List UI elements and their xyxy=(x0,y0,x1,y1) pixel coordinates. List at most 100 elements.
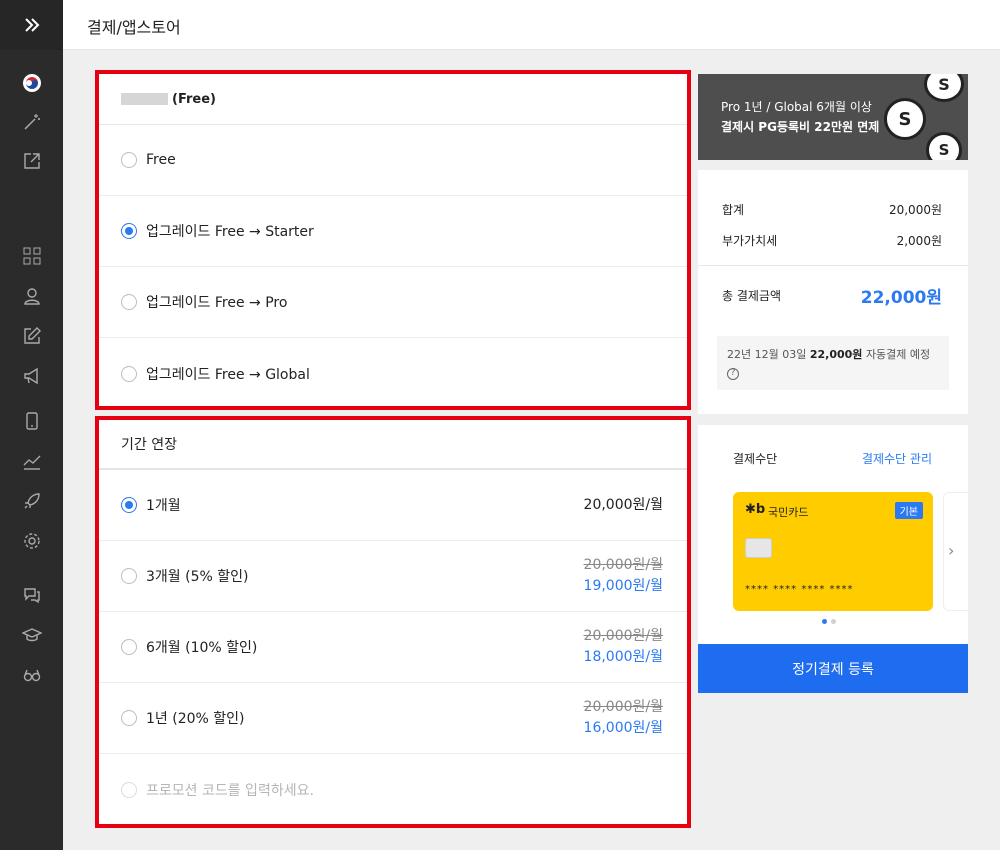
kb-logo-icon: ✱b xyxy=(745,502,766,517)
promo-banner[interactable]: Pro 1년 / Global 6개월 이상 결제시 PG등록비 22만원 면제… xyxy=(698,74,968,160)
subtotal-label: 합계 xyxy=(722,203,745,217)
coin-icon: S xyxy=(884,98,926,140)
vat-value: 2,000원 xyxy=(896,234,942,248)
default-badge: 기본 xyxy=(894,502,923,519)
next-card-peek[interactable] xyxy=(943,492,968,611)
auto-payment-notice: 22년 12월 03일 22,000원 자동결제 예정 ? xyxy=(717,336,949,390)
edit-icon[interactable] xyxy=(20,324,44,348)
sidebar xyxy=(0,0,63,850)
plan-option-label: Free xyxy=(146,152,176,168)
total-row: 총 결제금액 22,000원 xyxy=(722,283,942,308)
discounted-price: 16,000원/월 xyxy=(583,720,663,736)
page-title: 결제/앱스토어 xyxy=(87,18,181,37)
period-extension-panel: 기간 연장 1개월 20,000원/월 3개월 (5% 할인) 20,000원/… xyxy=(95,416,691,828)
radio-button[interactable] xyxy=(121,365,137,382)
expand-sidebar-button[interactable] xyxy=(0,0,63,50)
period-option-label: 6개월 (10% 할인) xyxy=(146,640,258,656)
radio-button[interactable] xyxy=(121,294,137,310)
discounted-price: 19,000원/월 xyxy=(583,578,663,594)
period-option-3-months[interactable]: 3개월 (5% 할인) 20,000원/월 19,000원/월 xyxy=(99,541,687,612)
gear-icon[interactable] xyxy=(20,529,44,553)
radio-button-selected[interactable] xyxy=(121,223,137,239)
radio-button-selected[interactable] xyxy=(121,497,137,513)
banner-line-1: Pro 1년 / Global 6개월 이상 xyxy=(721,100,872,114)
price-value: 20,000원/월 xyxy=(583,496,663,513)
help-icon[interactable]: ? xyxy=(727,367,739,380)
vat-row: 부가가치세 2,000원 xyxy=(722,232,942,249)
magic-wand-icon[interactable] xyxy=(20,110,44,134)
grid-icon[interactable] xyxy=(20,244,44,268)
period-panel-header: 기간 연장 xyxy=(99,420,687,470)
top-header: 결제/앱스토어 xyxy=(63,0,1000,50)
subtotal-value: 20,000원 xyxy=(888,203,942,217)
original-price: 20,000원/월 xyxy=(583,628,663,644)
radio-button[interactable] xyxy=(121,710,137,726)
discounted-price: 18,000원/월 xyxy=(583,649,663,665)
original-price: 20,000원/월 xyxy=(583,699,663,715)
plan-option-pro[interactable]: 업그레이드 Free → Pro xyxy=(99,267,687,338)
external-link-icon[interactable] xyxy=(20,149,44,173)
mobile-icon[interactable] xyxy=(20,409,44,433)
promo-code-option[interactable]: 프로모션 코드를 입력하세요. xyxy=(99,754,687,825)
period-price: 20,000원/월 xyxy=(584,495,663,516)
korea-flag-icon[interactable] xyxy=(20,71,44,95)
period-option-label: 1개월 xyxy=(146,498,181,514)
plan-panel-header: (Free) xyxy=(99,74,687,125)
plan-option-label: 업그레이드 Free → Starter xyxy=(146,224,314,240)
megaphone-icon[interactable] xyxy=(20,364,44,388)
payment-card[interactable]: ✱b 국민카드 기본 **** **** **** **** xyxy=(733,492,933,611)
user-icon[interactable] xyxy=(20,284,44,308)
plan-option-free[interactable]: Free xyxy=(99,125,687,196)
plan-selection-panel: (Free) Free 업그레이드 Free → Starter 업그레이드 F… xyxy=(95,70,691,410)
notice-amount: 22,000원 xyxy=(809,348,863,361)
chat-icon[interactable] xyxy=(20,583,44,607)
chart-icon[interactable] xyxy=(20,449,44,473)
coin-icon: S xyxy=(926,132,962,160)
period-option-label: 1년 (20% 할인) xyxy=(146,711,245,727)
total-label: 총 결제금액 xyxy=(722,289,782,303)
carousel-dot-active[interactable] xyxy=(822,619,827,624)
plan-option-label: 업그레이드 Free → Global xyxy=(146,366,310,383)
payment-method-panel: 결제수단 결제수단 관리 ✱b 국민카드 기본 **** **** **** *… xyxy=(698,425,968,693)
period-price: 20,000원/월 18,000원/월 xyxy=(584,626,663,668)
radio-button[interactable] xyxy=(121,568,137,584)
card-chip-icon xyxy=(745,538,772,558)
subtotal-row: 합계 20,000원 xyxy=(722,201,942,218)
total-value: 22,000원 xyxy=(860,288,942,308)
card-name: 국민카드 xyxy=(768,506,809,519)
notice-date: 22년 12월 03일 xyxy=(727,348,807,361)
carousel-dot[interactable] xyxy=(831,619,836,624)
banner-line-2: 결제시 PG등록비 22만원 면제 xyxy=(721,120,880,134)
current-plan-label: (Free) xyxy=(172,91,216,107)
promo-code-placeholder[interactable]: 프로모션 코드를 입력하세요. xyxy=(146,780,314,800)
glasses-icon[interactable] xyxy=(20,663,44,687)
notice-text: 자동결제 예정 xyxy=(865,348,931,361)
radio-button[interactable] xyxy=(121,781,137,798)
plan-option-label: 업그레이드 Free → Pro xyxy=(146,295,288,311)
rocket-icon[interactable] xyxy=(20,489,44,513)
period-option-1-year[interactable]: 1년 (20% 할인) 20,000원/월 16,000원/월 xyxy=(99,683,687,754)
payment-summary: 합계 20,000원 부가가치세 2,000원 총 결제금액 22,000원 2… xyxy=(698,170,968,414)
period-option-6-months[interactable]: 6개월 (10% 할인) 20,000원/월 18,000원/월 xyxy=(99,612,687,683)
chevron-right-icon[interactable]: › xyxy=(948,541,954,560)
period-price: 20,000원/월 19,000원/월 xyxy=(584,555,663,597)
period-price: 20,000원/월 16,000원/월 xyxy=(584,697,663,739)
double-chevron-right-icon xyxy=(24,18,39,32)
period-option-1-month[interactable]: 1개월 20,000원/월 xyxy=(99,470,687,541)
vat-label: 부가가치세 xyxy=(722,234,778,248)
divider xyxy=(698,265,968,266)
manage-payment-link[interactable]: 결제수단 관리 xyxy=(862,450,932,467)
radio-button[interactable] xyxy=(121,152,137,168)
coin-icon: S xyxy=(924,74,964,102)
plan-option-starter[interactable]: 업그레이드 Free → Starter xyxy=(99,196,687,267)
graduation-cap-icon[interactable] xyxy=(20,623,44,647)
redacted-plan-name xyxy=(121,93,168,105)
carousel-dots xyxy=(822,619,836,624)
payment-method-title: 결제수단 xyxy=(733,452,778,466)
period-option-label: 3개월 (5% 할인) xyxy=(146,569,249,585)
original-price: 20,000원/월 xyxy=(583,557,663,573)
radio-button[interactable] xyxy=(121,639,137,655)
card-number: **** **** **** **** xyxy=(745,584,854,595)
plan-option-global[interactable]: 업그레이드 Free → Global xyxy=(99,338,687,409)
register-subscription-button[interactable]: 정기결제 등록 xyxy=(698,644,968,693)
